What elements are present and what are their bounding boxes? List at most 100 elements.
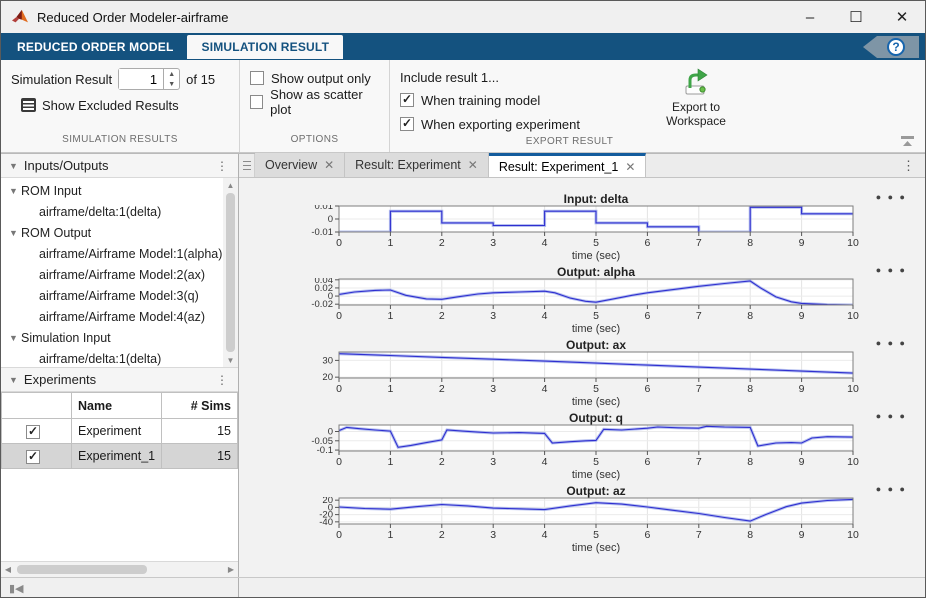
svg-text:0: 0 — [336, 529, 342, 541]
table-row[interactable]: Experiment_115 — [2, 444, 238, 469]
table-row[interactable]: Experiment15 — [2, 419, 238, 444]
svg-text:4: 4 — [542, 383, 548, 395]
statusbar-right — [239, 578, 925, 598]
tree-item[interactable]: ▼Simulation Input — [1, 327, 223, 348]
tree-item[interactable]: airframe/Airframe Model:2(ax) — [1, 264, 223, 285]
row-checkbox[interactable] — [26, 425, 40, 439]
checkbox-show-as-scatter-plot[interactable] — [250, 95, 263, 109]
minimize-button[interactable]: – — [787, 1, 833, 33]
tree-item-label: airframe/Airframe Model:4(az) — [39, 310, 205, 324]
tree-expand-icon[interactable]: ▼ — [9, 186, 21, 196]
doc-tab-label: Result: Experiment_1 — [499, 160, 619, 174]
doc-tab-overview[interactable]: Overview✕ — [255, 153, 345, 177]
ribbon-tab-simulation-result[interactable]: SIMULATION RESULT — [187, 35, 343, 59]
svg-text:1: 1 — [387, 456, 393, 468]
tree-item[interactable]: airframe/Airframe Model:4(az) — [1, 306, 223, 327]
table-header-row: Name# Sims — [2, 393, 238, 419]
tree-item[interactable]: airframe/delta:1(delta) — [1, 201, 223, 222]
tree-item-label: ROM Output — [21, 226, 91, 240]
section-label-options: OPTIONS — [250, 134, 379, 152]
tree-vertical-scrollbar[interactable]: ▲ ▼ — [223, 178, 238, 367]
plot-axes[interactable]: 0.040.020-0.02012345678910time (sec) — [281, 278, 921, 336]
plot-axes[interactable]: 0-0.05-0.1012345678910time (sec) — [281, 424, 921, 482]
svg-text:1: 1 — [387, 529, 393, 541]
svg-text:0: 0 — [336, 310, 342, 322]
collapse-panel-icon[interactable]: ▮◀ — [9, 582, 24, 595]
close-button[interactable]: ✕ — [879, 1, 925, 33]
tree-expand-icon[interactable]: ▼ — [9, 228, 21, 238]
tree-item[interactable]: ▼ROM Input — [1, 180, 223, 201]
plot-options-button[interactable]: ● ● ● — [876, 192, 907, 202]
plot-options-button[interactable]: ● ● ● — [876, 484, 907, 494]
experiments-header[interactable]: ▼ Experiments ⋮ — [1, 368, 238, 392]
tree-expand-icon[interactable]: ▼ — [9, 333, 21, 343]
svg-text:5: 5 — [593, 529, 599, 541]
simulation-result-spinner[interactable]: ▲ ▼ — [118, 68, 180, 90]
svg-text:2: 2 — [439, 310, 445, 322]
checkbox-show-output-only[interactable] — [250, 71, 264, 85]
show-excluded-results-button[interactable]: Show Excluded Results — [42, 98, 179, 113]
svg-text:1: 1 — [387, 310, 393, 322]
include-result-label: Include result 1... — [400, 66, 653, 88]
svg-text:-0.1: -0.1 — [317, 445, 333, 456]
column-header-check — [2, 393, 72, 419]
inputs-outputs-header[interactable]: ▼ Inputs/Outputs ⋮ — [1, 154, 238, 178]
experiments-horizontal-scrollbar[interactable]: ◀ ▶ — [1, 561, 238, 577]
svg-text:9: 9 — [799, 383, 805, 395]
inputs-outputs-tree: ▼ROM Inputairframe/delta:1(delta)▼ROM Ou… — [1, 178, 223, 367]
tree-item[interactable]: ▼ROM Output — [1, 222, 223, 243]
doc-tab-result-experiment[interactable]: Result: Experiment✕ — [345, 153, 489, 177]
tree-item[interactable]: airframe/delta:1(delta) — [1, 348, 223, 367]
scrollbar-thumb[interactable] — [17, 565, 147, 574]
help-button[interactable]: ? — [887, 38, 905, 56]
plot-options-button[interactable]: ● ● ● — [876, 265, 907, 275]
row-checkbox[interactable] — [26, 450, 40, 464]
collapse-arrow-icon[interactable]: ▼ — [9, 161, 18, 171]
tab-drag-handle[interactable] — [239, 154, 255, 177]
plot-axes[interactable]: 0.010-0.01012345678910time (sec) — [281, 205, 921, 263]
doc-tab-result-experiment-1[interactable]: Result: Experiment_1 ✕ — [489, 153, 647, 177]
experiments-menu-icon[interactable]: ⋮ — [212, 373, 232, 387]
close-tab-icon[interactable]: ✕ — [324, 158, 334, 172]
grip-icon — [243, 161, 251, 170]
checkbox-when-exporting-experiment[interactable] — [400, 117, 414, 131]
svg-text:7: 7 — [696, 383, 702, 395]
plot-options-button[interactable]: ● ● ● — [876, 338, 907, 348]
svg-text:8: 8 — [747, 529, 753, 541]
matlab-logo-icon — [11, 9, 29, 25]
checkbox-label: When training model — [421, 93, 540, 108]
svg-text:30: 30 — [322, 355, 333, 366]
scroll-up-icon[interactable]: ▲ — [227, 178, 235, 192]
svg-text:5: 5 — [593, 237, 599, 249]
maximize-button[interactable]: ☐ — [833, 1, 879, 33]
scroll-right-icon[interactable]: ▶ — [224, 565, 238, 574]
x-axis-label: time (sec) — [572, 542, 620, 554]
tabbar-menu-icon[interactable]: ⋮ — [892, 158, 925, 174]
plot-axes[interactable]: 3020012345678910time (sec) — [281, 351, 921, 409]
close-tab-icon[interactable]: ✕ — [468, 158, 478, 172]
export-to-workspace-button[interactable]: Export to Workspace — [653, 66, 739, 136]
spinner-up-icon[interactable]: ▲ — [164, 69, 179, 79]
inputs-outputs-menu-icon[interactable]: ⋮ — [212, 159, 232, 173]
plot-axes[interactable]: 200-20-40012345678910time (sec) — [281, 497, 921, 555]
plot-options-button[interactable]: ● ● ● — [876, 411, 907, 421]
svg-text:7: 7 — [696, 529, 702, 541]
experiments-table: Name# Sims Experiment15Experiment_115 — [1, 392, 238, 469]
scroll-down-icon[interactable]: ▼ — [227, 353, 235, 367]
svg-text:-0.02: -0.02 — [311, 299, 333, 310]
close-tab-icon[interactable]: ✕ — [625, 160, 635, 174]
collapse-arrow-icon[interactable]: ▼ — [9, 375, 18, 385]
checkbox-when-training-model[interactable] — [400, 93, 414, 107]
svg-text:3: 3 — [490, 456, 496, 468]
collapse-ribbon-button[interactable] — [899, 134, 917, 148]
svg-text:8: 8 — [747, 456, 753, 468]
scroll-left-icon[interactable]: ◀ — [1, 565, 15, 574]
spinner-down-icon[interactable]: ▼ — [164, 79, 179, 89]
simulation-result-label: Simulation Result — [11, 72, 112, 87]
plot-title: Input: delta — [339, 192, 853, 206]
ribbon-tab-reduced-order-model[interactable]: REDUCED ORDER MODEL — [3, 35, 187, 59]
tree-item[interactable]: airframe/Airframe Model:3(q) — [1, 285, 223, 306]
scrollbar-thumb[interactable] — [226, 193, 235, 352]
simulation-result-input[interactable] — [119, 69, 163, 89]
tree-item[interactable]: airframe/Airframe Model:1(alpha) — [1, 243, 223, 264]
